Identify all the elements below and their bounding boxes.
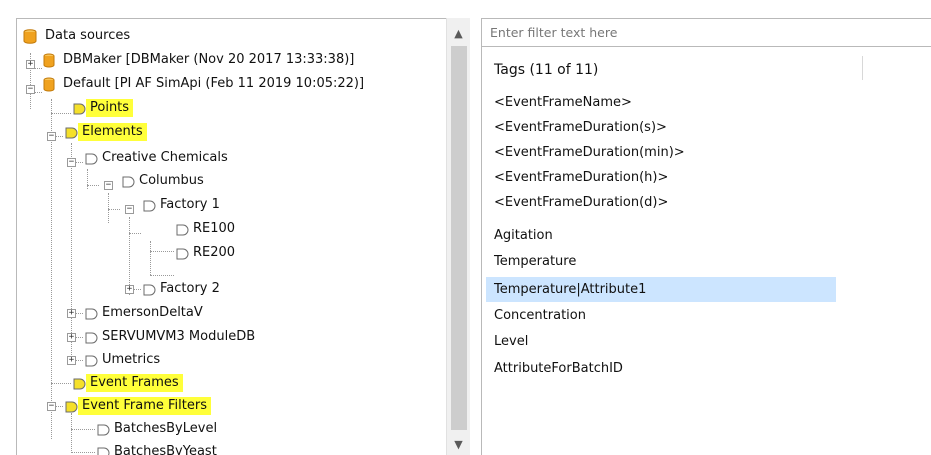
element-node-icon <box>65 401 78 412</box>
tree-node-label: Default [PI AF SimApi (Feb 11 2019 10:05… <box>63 76 365 91</box>
tag-item[interactable]: Level <box>486 329 836 354</box>
tree-scrollbar[interactable]: ▲ ▼ <box>446 18 470 455</box>
tag-item[interactable]: <EventFrameName> <box>486 90 836 115</box>
tree-node-servumvm3-moduledb[interactable]: SERVUMVM3 ModuleDB <box>84 326 259 348</box>
tree-node-re200[interactable]: RE200 <box>175 242 239 264</box>
tree-node-elements[interactable]: Elements <box>64 121 147 143</box>
tags-header: Tags (11 of 11) <box>494 62 599 78</box>
tag-item[interactable]: <EventFrameDuration(min)> <box>486 140 836 165</box>
tree-node-label: EmersonDeltaV <box>102 305 203 320</box>
tags-pane: Tags (11 of 11) <EventFrameName> <EventF… <box>481 18 931 455</box>
element-node-icon <box>143 200 156 211</box>
tag-item[interactable]: <EventFrameDuration(d)> <box>486 190 836 215</box>
tree-node-label: Factory 2 <box>160 281 220 296</box>
element-node-icon <box>85 308 98 319</box>
column-separator[interactable] <box>862 56 863 80</box>
scroll-thumb[interactable] <box>451 46 467 430</box>
expand-toggle[interactable]: + <box>125 285 134 294</box>
collapse-toggle[interactable]: − <box>26 85 35 94</box>
tree-node-label: BatchesByYeast <box>114 444 217 455</box>
collapse-toggle[interactable]: − <box>47 132 56 141</box>
element-node-icon <box>73 103 86 114</box>
scroll-down-arrow-icon[interactable]: ▼ <box>447 433 470 455</box>
element-node-icon <box>85 332 98 343</box>
element-node-icon <box>122 176 135 187</box>
data-sources-tree[interactable]: Data sources + DBMaker [DBMaker (Nov 20 … <box>16 18 470 455</box>
tree-node-label: BatchesByLevel <box>114 421 218 436</box>
tree-node-label: Event Frames <box>86 374 183 392</box>
tree-node-creative-chemicals[interactable]: Creative Chemicals <box>84 147 232 169</box>
tag-item[interactable]: Agitation <box>486 223 836 248</box>
scroll-up-arrow-icon[interactable]: ▲ <box>447 22 470 44</box>
tree-node-dbmaker[interactable]: DBMaker [DBMaker (Nov 20 2017 13:33:38)] <box>43 49 358 71</box>
element-node-icon <box>176 224 189 235</box>
tree-node-event-frame-filters[interactable]: Event Frame Filters <box>64 395 211 417</box>
tree-node-label: RE200 <box>193 245 236 260</box>
tree-node-re100[interactable]: RE100 <box>175 218 239 240</box>
expand-toggle[interactable]: + <box>26 60 35 69</box>
tree-node-factory-2[interactable]: Factory 2 <box>142 278 224 300</box>
tag-item[interactable]: <EventFrameDuration(h)> <box>486 165 836 190</box>
tag-item-selected[interactable]: Temperature|Attribute1 <box>486 277 836 302</box>
tree-node-label: Points <box>86 99 134 117</box>
collapse-toggle[interactable]: − <box>125 205 134 214</box>
tree-node-label: Data sources <box>45 28 131 43</box>
collapse-toggle[interactable]: − <box>104 181 113 190</box>
expand-toggle[interactable]: + <box>67 333 76 342</box>
tree-node-event-frames[interactable]: Event Frames <box>72 372 183 394</box>
database-icon <box>23 28 37 44</box>
tree-node-label: Creative Chemicals <box>102 150 228 165</box>
element-node-icon <box>176 248 189 259</box>
tree-node-columbus[interactable]: Columbus <box>121 170 208 192</box>
element-node-icon <box>97 424 110 435</box>
tree-node-batchesbylevel[interactable]: BatchesByLevel <box>96 418 221 440</box>
filter-input[interactable] <box>482 18 931 47</box>
tree-node-label: Umetrics <box>102 352 161 367</box>
tag-item[interactable]: Temperature <box>486 249 836 274</box>
tree-node-emersondeltav[interactable]: EmersonDeltaV <box>84 302 207 324</box>
element-node-icon <box>143 284 156 295</box>
tree-canvas: Data sources + DBMaker [DBMaker (Nov 20 … <box>17 19 447 455</box>
expand-toggle[interactable]: + <box>67 309 76 318</box>
database-icon <box>43 77 55 91</box>
tree-node-label: DBMaker [DBMaker (Nov 20 2017 13:33:38)] <box>63 52 355 67</box>
tree-node-label: SERVUMVM3 ModuleDB <box>102 329 256 344</box>
element-node-icon <box>85 355 98 366</box>
tree-node-factory-1[interactable]: Factory 1 <box>142 194 224 216</box>
element-node-icon <box>65 127 78 138</box>
element-node-icon <box>73 378 86 389</box>
tree-node-label: RE100 <box>193 221 236 236</box>
element-node-icon <box>97 447 110 455</box>
tree-node-root[interactable]: Data sources <box>23 25 134 47</box>
tag-item[interactable]: AttributeForBatchID <box>486 356 836 381</box>
database-icon <box>43 53 55 67</box>
tree-node-label: Columbus <box>139 173 204 188</box>
expand-toggle[interactable]: + <box>67 356 76 365</box>
tag-item[interactable]: Concentration <box>486 303 836 328</box>
tree-node-label: Event Frame Filters <box>78 397 211 415</box>
collapse-toggle[interactable]: − <box>47 402 56 411</box>
tree-node-umetrics[interactable]: Umetrics <box>84 349 164 371</box>
tree-node-points[interactable]: Points <box>72 97 134 119</box>
tree-node-label: Elements <box>78 123 147 141</box>
tag-item[interactable]: <EventFrameDuration(s)> <box>486 115 836 140</box>
tree-node-label: Factory 1 <box>160 197 220 212</box>
collapse-toggle[interactable]: − <box>67 158 76 167</box>
element-node-icon <box>85 153 98 164</box>
tree-node-default[interactable]: Default [PI AF SimApi (Feb 11 2019 10:05… <box>43 73 368 95</box>
tree-node-batchesbyyeast[interactable]: BatchesByYeast <box>96 441 221 455</box>
